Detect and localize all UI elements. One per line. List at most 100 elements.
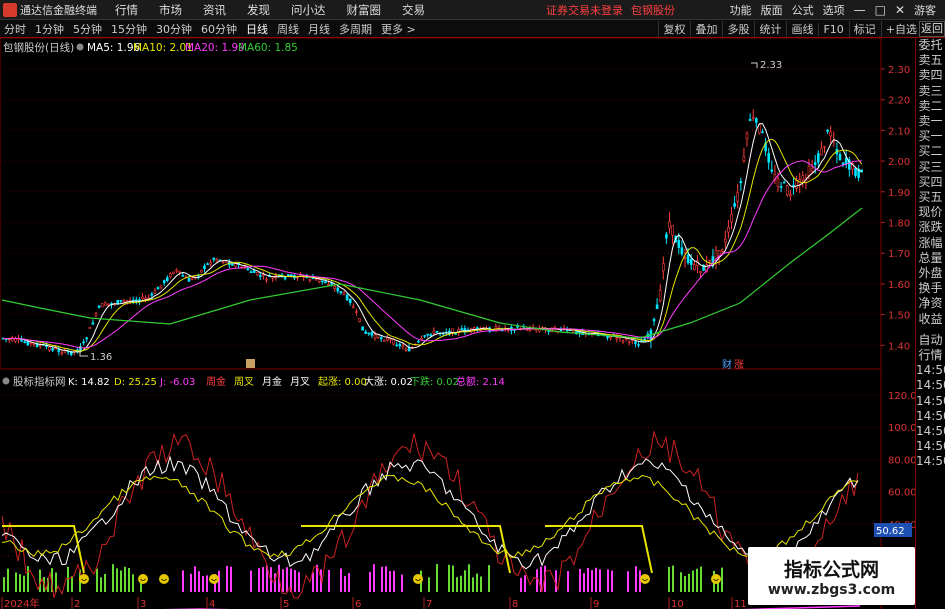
signal-bar: [15, 572, 17, 592]
candle-body: [51, 348, 54, 351]
event-rise-marker[interactable]: 涨: [734, 359, 744, 371]
candle-body: [730, 214, 733, 223]
tool-adjust-button[interactable]: 复权: [658, 21, 685, 37]
candle-body: [668, 221, 671, 229]
indicator-value: 月金: [262, 375, 282, 388]
signal-bar: [452, 565, 454, 592]
candle-body: [398, 343, 402, 347]
candle-body: [119, 300, 123, 302]
menu-item-formula[interactable]: 公式: [792, 2, 814, 18]
time-axis-label: 8: [512, 599, 518, 609]
menu-item-layout[interactable]: 版面: [761, 2, 783, 18]
menu-item-trade[interactable]: 交易: [402, 2, 425, 18]
buy-signal-icon[interactable]: [711, 574, 721, 584]
candle-body: [249, 271, 253, 274]
price-axis-label: 1.80: [888, 219, 910, 230]
menu-item-guest[interactable]: 游客: [914, 2, 936, 18]
quote-field-label: 收益: [918, 311, 943, 326]
buy-signal-icon[interactable]: [209, 574, 219, 584]
tick-time: 14:50: [916, 363, 945, 378]
candle-body: [373, 334, 377, 339]
price-axis-label: 1.90: [888, 188, 910, 199]
buy-signal-icon[interactable]: [159, 574, 169, 584]
tab-period-weekly[interactable]: 周线: [277, 21, 299, 37]
signal-bar: [226, 565, 228, 592]
candle-body: [686, 254, 690, 264]
signal-bar: [476, 573, 478, 592]
indicator-value: D: 25.25: [114, 377, 157, 388]
tab-period-60min[interactable]: 60分钟: [201, 21, 237, 37]
auto-quote-toggle[interactable]: 自动: [916, 333, 945, 348]
tab-period-more[interactable]: 更多 >: [381, 21, 416, 37]
tab-period-30min[interactable]: 30分钟: [156, 21, 192, 37]
signal-bar: [579, 568, 581, 592]
candle-body: [153, 290, 157, 294]
signal-bar: [340, 568, 342, 592]
candle-body: [159, 285, 163, 289]
event-finance-marker[interactable]: 财: [722, 358, 732, 371]
signal-bar: [692, 570, 694, 592]
indicator-value: 起涨: 0.00: [318, 376, 367, 388]
tab-period-1min[interactable]: 1分钟: [35, 21, 64, 37]
candle-body: [739, 180, 743, 184]
tool-mark-button[interactable]: 标记: [848, 21, 876, 37]
buy-signal-icon[interactable]: [413, 574, 423, 584]
chart-canvas[interactable]: 包钢股份(日线) MA5: 1.96 MA10: 2.01 MA20: 1.99…: [0, 37, 923, 609]
tab-period-intraday[interactable]: 分时: [4, 21, 26, 37]
time-axis-label: 4: [209, 599, 215, 609]
chart-tools: 复权 叠加 多股 统计 画线 F10 标记 +自选: [653, 20, 917, 38]
candle-body: [460, 328, 464, 330]
quote-field-label: 买一: [918, 129, 943, 144]
tab-period-15min[interactable]: 15分钟: [111, 21, 147, 37]
tool-f10-button[interactable]: F10: [818, 22, 844, 36]
minimize-icon[interactable]: —: [854, 3, 866, 17]
candle-body: [181, 275, 185, 277]
tool-draw-button[interactable]: 画线: [786, 21, 813, 37]
back-button[interactable]: 返回: [919, 21, 945, 37]
candle-body: [234, 263, 237, 267]
maximize-icon[interactable]: □: [875, 3, 886, 17]
tool-multi-stock-button[interactable]: 多股: [722, 21, 749, 37]
tool-add-watch-button[interactable]: +自选: [880, 21, 917, 37]
candle-body: [162, 280, 166, 284]
tab-period-daily[interactable]: 日线: [246, 21, 268, 37]
chart-area[interactable]: 包钢股份(日线) MA5: 1.96 MA10: 2.01 MA20: 1.99…: [0, 37, 923, 609]
indicator-value: 月叉: [290, 376, 310, 388]
menu-item-function[interactable]: 功能: [730, 2, 752, 18]
menu-item-discover[interactable]: 发现: [247, 2, 270, 18]
quote-field-label: 买二: [918, 144, 943, 159]
signal-bar: [286, 567, 288, 592]
buy-signal-icon[interactable]: [138, 574, 148, 584]
tick-list: 自动行情14:5014:5014:5014:5014:5014:5014:50: [916, 333, 945, 470]
menu-item-options[interactable]: 选项: [823, 2, 845, 18]
menu-item-markets[interactable]: 市场: [159, 2, 182, 18]
auto-quote-toggle[interactable]: 行情: [916, 348, 945, 363]
tab-period-multi[interactable]: 多周期: [339, 21, 372, 37]
menu-item-market[interactable]: 行情: [115, 2, 138, 18]
tab-period-5min[interactable]: 5分钟: [73, 21, 102, 37]
close-icon[interactable]: ✕: [895, 3, 905, 17]
candle-body: [423, 335, 426, 337]
signal-bar: [436, 564, 438, 592]
candle-body: [200, 269, 203, 273]
candle-body: [351, 306, 355, 309]
time-axis-label: 2024年: [4, 597, 39, 609]
menu-item-wealth[interactable]: 财富圈: [347, 2, 382, 18]
candle-body: [150, 293, 154, 296]
price-axis-label: 2.20: [888, 96, 910, 107]
indicator-toggle-icon[interactable]: [2, 377, 10, 385]
menu-item-ask[interactable]: 问小达: [291, 2, 326, 18]
tool-stats-button[interactable]: 统计: [754, 21, 781, 37]
legend-toggle-icon[interactable]: [76, 43, 84, 51]
buy-signal-icon[interactable]: [640, 574, 650, 584]
signal-bar: [472, 577, 474, 592]
time-axis-label: 7: [426, 599, 432, 609]
tool-overlay-button[interactable]: 叠加: [690, 21, 717, 37]
event-marker-icon[interactable]: [246, 359, 255, 368]
menu-item-news[interactable]: 资讯: [203, 2, 226, 18]
tab-period-monthly[interactable]: 月线: [308, 21, 330, 37]
signal-bar: [373, 564, 375, 592]
login-notice[interactable]: 证券交易未登录: [546, 2, 623, 18]
buy-signal-icon[interactable]: [79, 574, 89, 584]
signal-bar: [348, 573, 350, 592]
